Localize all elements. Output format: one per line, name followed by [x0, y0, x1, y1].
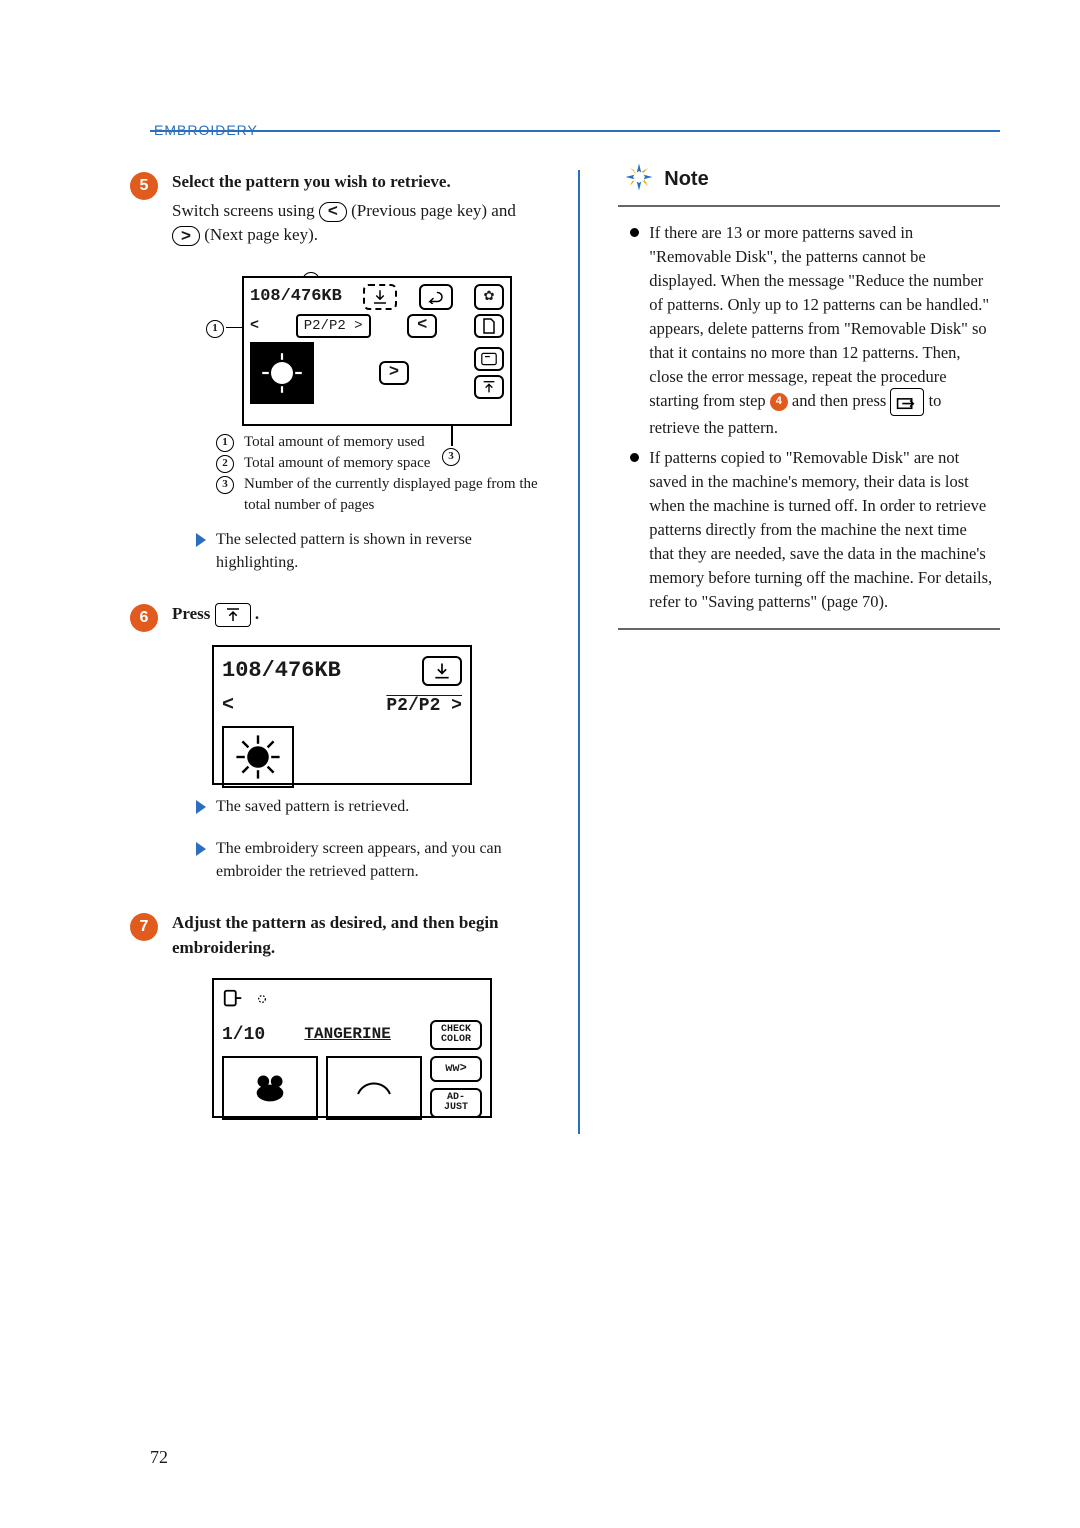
- step-5-result-text: The selected pattern is shown in reverse…: [216, 528, 540, 574]
- right-arrow-icon: >: [379, 361, 409, 385]
- next-page-key-icon: >: [172, 226, 200, 246]
- check-color-button: CHECK COLOR: [430, 1020, 482, 1050]
- step-6-screen: 108/476KB < P2/P2 >: [212, 645, 540, 785]
- legend-1: Total amount of memory used: [244, 432, 425, 453]
- step-badge-5: 5: [130, 172, 158, 200]
- step-ref-badge: 4: [770, 393, 788, 411]
- callout-line: [451, 426, 453, 446]
- card-icon: [474, 347, 504, 371]
- callout-3-icon: 3: [442, 448, 460, 466]
- export-icon: [474, 375, 504, 399]
- triangle-bullet-icon: [196, 842, 206, 856]
- foot-icon: [222, 988, 244, 1018]
- pager-readout: P2/P2 >: [296, 314, 371, 338]
- step-count: 1/10: [222, 1022, 265, 1048]
- retrieve-button-icon: [215, 603, 251, 627]
- preview-part: [326, 1056, 422, 1120]
- step-5-title: Select the pattern you wish to retrieve.: [172, 170, 540, 195]
- sun-icon: [252, 989, 272, 1017]
- legend-num-1: 1: [216, 434, 234, 452]
- note-title: Note: [664, 168, 708, 191]
- step-5-text: Switch screens using < (Previous page ke…: [172, 199, 540, 248]
- column-divider: [578, 170, 580, 1134]
- left-column: 5 Select the pattern you wish to retriev…: [130, 170, 540, 1134]
- bullet-disc-icon: [630, 228, 639, 237]
- thread-color: TANGERINE: [304, 1023, 390, 1046]
- step-5-legend: 1 Total amount of memory used 2 Total amou…: [216, 432, 540, 516]
- selected-pattern-thumb: [250, 342, 314, 404]
- triangle-bullet-icon: [196, 533, 206, 547]
- step-6-title-post: .: [255, 604, 259, 623]
- step-7-title: Adjust the pattern as desired, and then …: [172, 911, 540, 960]
- step-5-text-c: (Next page key).: [204, 225, 318, 244]
- stitch-forward-icon: ww>: [430, 1056, 482, 1082]
- step-6-result-a-text: The saved pattern is retrieved.: [216, 795, 409, 818]
- note-heading: Note: [624, 162, 744, 197]
- undo-icon: [419, 284, 453, 310]
- callout-1-icon: 1: [206, 320, 224, 338]
- page-number: 72: [150, 1447, 168, 1468]
- step-badge-6: 6: [130, 604, 158, 632]
- step-6-result-a: The saved pattern is retrieved.: [196, 795, 540, 818]
- step-5: 5 Select the pattern you wish to retriev…: [130, 170, 540, 592]
- step-5-text-b: (Previous page key) and: [351, 201, 516, 220]
- note-item-1: If there are 13 or more patterns saved i…: [630, 221, 994, 440]
- note-2-text: If patterns copied to "Removable Disk" a…: [649, 446, 994, 613]
- legend-3: Number of the currently displayed page f…: [244, 474, 540, 516]
- section-rule: [150, 130, 1000, 132]
- step-6-result-b: The embroidery screen appears, and you c…: [196, 837, 540, 883]
- manual-page: EMBROIDERY 5 Select the pattern you wish…: [0, 0, 1080, 1528]
- page-icon: [474, 314, 504, 338]
- computer-retrieve-icon: [890, 388, 924, 416]
- step-5-text-a: Switch screens using: [172, 201, 319, 220]
- memory-readout: 108/476KB: [250, 285, 342, 310]
- legend-num-2: 2: [216, 455, 234, 473]
- left-arrow-icon: <: [407, 314, 437, 338]
- step-7: 7 Adjust the pattern as desired, and the…: [130, 911, 540, 1124]
- note-box: If there are 13 or more patterns saved i…: [618, 205, 1000, 630]
- flower-icon: ✿: [474, 284, 504, 310]
- note-item-2: If patterns copied to "Removable Disk" a…: [630, 446, 994, 613]
- right-column: Note If there are 13 or more patterns sa…: [618, 170, 1000, 1134]
- import-icon: [363, 284, 397, 310]
- triangle-bullet-icon: [196, 800, 206, 814]
- pager-readout-2: P2/P2 >: [386, 693, 462, 719]
- step-6: 6 Press . 108/476KB: [130, 602, 540, 901]
- import-icon: [422, 656, 462, 686]
- adjust-button: AD- JUST: [430, 1088, 482, 1118]
- step-5-screen: 1 2 3 108/476KB: [212, 276, 522, 426]
- two-column-layout: 5 Select the pattern you wish to retriev…: [80, 170, 1000, 1134]
- step-7-screen: 1/10 TANGERINE CHECK COLOR: [212, 978, 540, 1118]
- note-burst-icon: [624, 162, 654, 197]
- note-1-mid: and then press: [792, 391, 891, 410]
- pattern-thumb: [222, 726, 294, 788]
- preview-full: [222, 1056, 318, 1120]
- step-5-result: The selected pattern is shown in reverse…: [196, 528, 540, 574]
- legend-num-3: 3: [216, 476, 234, 494]
- note-1-pre: If there are 13 or more patterns saved i…: [649, 223, 989, 410]
- legend-2: Total amount of memory space: [244, 453, 430, 474]
- step-badge-7: 7: [130, 913, 158, 941]
- prev-page-key-icon: <: [319, 202, 347, 222]
- bullet-disc-icon: [630, 453, 639, 462]
- step-6-result-b-text: The embroidery screen appears, and you c…: [216, 837, 540, 883]
- memory-readout-2: 108/476KB: [222, 655, 341, 687]
- step-6-title-pre: Press: [172, 604, 215, 623]
